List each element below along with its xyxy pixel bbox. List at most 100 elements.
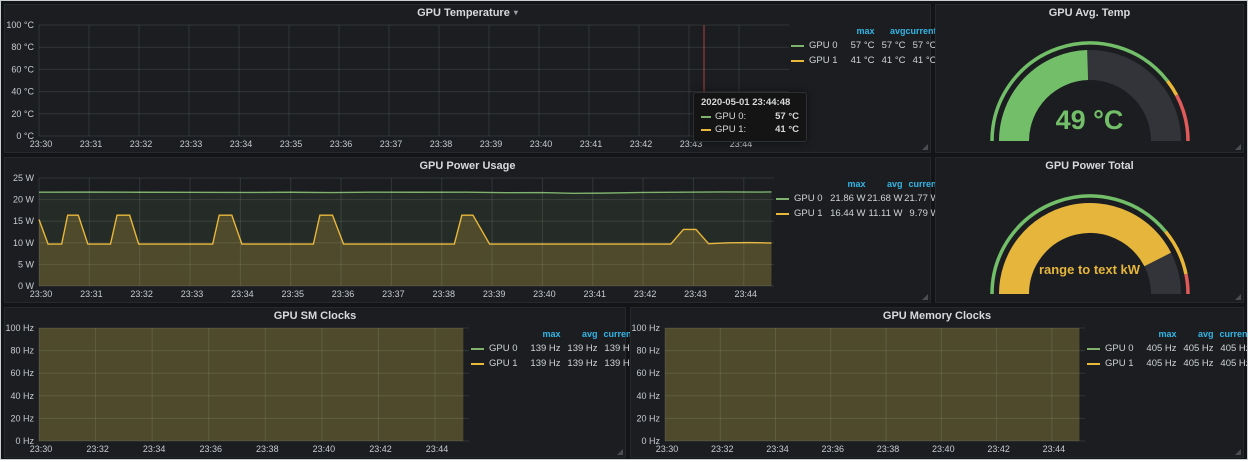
panel-title-gpu-power-usage[interactable]: GPU Power Usage xyxy=(5,158,930,173)
series-color-dash xyxy=(701,129,711,131)
panel-resize-handle[interactable] xyxy=(1235,144,1241,150)
y-axis-tick-label: 60 Hz xyxy=(636,368,660,378)
tooltip-series-name: GPU 0: xyxy=(715,111,746,122)
legend-gpu-power-usage: maxavgcurrentGPU 021.86 W21.68 W21.77 WG… xyxy=(776,173,930,300)
panel-gpu-power-usage: GPU Power Usage 0 W5 W10 W15 W20 W25 W23… xyxy=(4,157,931,303)
y-axis-tick-label: 40 Hz xyxy=(636,391,660,401)
legend-stat-current: 21.77 W xyxy=(903,191,940,206)
x-axis-tick-label: 23:30 xyxy=(656,444,679,454)
x-axis-tick-label: 23:34 xyxy=(766,444,789,454)
gauge-value: range to text kW xyxy=(936,262,1243,277)
panel-title-gpu-avg-temp[interactable]: GPU Avg. Temp xyxy=(936,5,1243,20)
legend-header-max[interactable]: max xyxy=(1140,327,1177,341)
legend-stat-avg: 41 °C xyxy=(875,53,906,68)
legend-stat-current: 139 Hz xyxy=(598,356,635,371)
y-axis-tick-label: 80 °C xyxy=(11,42,34,52)
legend-header-max[interactable]: max xyxy=(844,24,875,38)
x-axis-tick-label: 23:34 xyxy=(231,289,254,299)
legend-header-max[interactable]: max xyxy=(524,327,561,341)
legend-series-toggle[interactable]: GPU 0 xyxy=(1087,341,1140,356)
x-axis-tick-label: 23:34 xyxy=(143,444,166,454)
tooltip-row: GPU 1: 41 °C xyxy=(701,124,799,135)
legend-stat-max: 21.86 W xyxy=(829,191,866,206)
legend-header-avg[interactable]: avg xyxy=(1177,327,1214,341)
x-axis-tick-label: 23:32 xyxy=(130,289,153,299)
x-axis-tick-label: 23:31 xyxy=(80,289,103,299)
panel-title-gpu-memory-clocks[interactable]: GPU Memory Clocks xyxy=(631,308,1243,323)
tooltip-series-value: 41 °C xyxy=(775,124,799,135)
panel-title-text: GPU Temperature xyxy=(417,7,510,19)
x-axis-tick-label: 23:30 xyxy=(30,139,53,149)
x-axis-tick-label: 23:38 xyxy=(430,139,453,149)
y-axis-tick-label: 20 W xyxy=(13,195,35,205)
legend-series-toggle[interactable]: GPU 0 xyxy=(791,38,844,53)
y-axis-tick-label: 100 Hz xyxy=(5,323,34,333)
panel-title-text: GPU Avg. Temp xyxy=(1049,7,1131,19)
panel-resize-handle[interactable] xyxy=(922,294,928,300)
y-axis-tick-label: 10 W xyxy=(13,238,35,248)
legend-stat-max: 57 °C xyxy=(844,38,875,53)
legend-series-name: GPU 1 xyxy=(794,208,823,219)
legend-header-avg[interactable]: avg xyxy=(866,177,903,191)
x-axis-tick-label: 23:44 xyxy=(1043,444,1066,454)
legend-header-current[interactable]: current xyxy=(598,327,635,341)
legend-series-toggle[interactable]: GPU 1 xyxy=(1087,356,1140,371)
y-axis-tick-label: 40 Hz xyxy=(10,391,34,401)
y-axis-tick-label: 60 Hz xyxy=(10,368,34,378)
panel-resize-handle[interactable] xyxy=(1235,294,1241,300)
chart-canvas[interactable]: 0 W5 W10 W15 W20 W25 W23:3023:3123:3223:… xyxy=(5,173,776,300)
panel-title-gpu-sm-clocks[interactable]: GPU SM Clocks xyxy=(5,308,625,323)
legend-header-current[interactable]: current xyxy=(903,177,940,191)
legend-stat-avg: 21.68 W xyxy=(866,191,903,206)
panel-body: 0 W5 W10 W15 W20 W25 W23:3023:3123:3223:… xyxy=(5,173,930,300)
x-axis-tick-label: 23:36 xyxy=(822,444,845,454)
legend-series-toggle[interactable]: GPU 1 xyxy=(791,53,844,68)
legend-stat-current: 405 Hz xyxy=(1214,341,1248,356)
panel-title-gpu-temperature[interactable]: GPU Temperature ▾ xyxy=(5,5,930,20)
gauge-gpu-avg-temp: 49 °C xyxy=(936,20,1243,150)
time-series-chart-gpu-temperature[interactable]: 0 °C20 °C40 °C60 °C80 °C100 °C23:3023:31… xyxy=(5,20,791,150)
legend-header-max[interactable]: max xyxy=(829,177,866,191)
dashboard-row-1: GPU Temperature ▾ 0 °C20 °C40 °C60 °C80 … xyxy=(4,4,1244,153)
legend-header-avg[interactable]: avg xyxy=(561,327,598,341)
panel-resize-handle[interactable] xyxy=(1235,449,1241,455)
x-axis-tick-label: 23:40 xyxy=(533,289,556,299)
legend-series-toggle[interactable]: GPU 1 xyxy=(776,206,829,221)
gauge-threshold-arc xyxy=(1167,81,1176,95)
series-color-dash xyxy=(1087,363,1100,365)
chart-canvas[interactable]: 0 °C20 °C40 °C60 °C80 °C100 °C23:3023:31… xyxy=(5,20,791,150)
gauge-value-arc xyxy=(1014,218,1158,294)
y-axis-tick-label: 60 °C xyxy=(11,64,34,74)
panel-title-gpu-power-total[interactable]: GPU Power Total xyxy=(936,158,1243,173)
legend-series-name: GPU 0 xyxy=(809,40,838,51)
legend-header-current[interactable]: current xyxy=(1214,327,1248,341)
legend-series-toggle[interactable]: GPU 0 xyxy=(776,191,829,206)
panel-gpu-temperature: GPU Temperature ▾ 0 °C20 °C40 °C60 °C80 … xyxy=(4,4,931,153)
time-series-chart-gpu-memory-clocks[interactable]: 0 Hz20 Hz40 Hz60 Hz80 Hz100 Hz23:3023:32… xyxy=(631,323,1087,455)
x-axis-tick-label: 23:44 xyxy=(735,289,758,299)
x-axis-tick-label: 23:41 xyxy=(584,289,607,299)
legend-gpu-temperature: maxavgcurrentGPU 057 °C57 °C57 °CGPU 141… xyxy=(791,20,930,150)
legend-stat-current: 9.79 W xyxy=(903,206,940,221)
x-axis-tick-label: 23:39 xyxy=(480,139,503,149)
legend-header-avg[interactable]: avg xyxy=(875,24,906,38)
series-area xyxy=(39,328,463,441)
panel-resize-handle[interactable] xyxy=(922,144,928,150)
legend-series-toggle[interactable]: GPU 1 xyxy=(471,356,524,371)
legend-series-toggle[interactable]: GPU 0 xyxy=(471,341,524,356)
chart-canvas[interactable]: 0 Hz20 Hz40 Hz60 Hz80 Hz100 Hz23:3023:32… xyxy=(5,323,471,455)
legend-series-name: GPU 1 xyxy=(489,358,518,369)
legend-stat-max: 139 Hz xyxy=(524,356,561,371)
x-axis-tick-label: 23:33 xyxy=(180,139,203,149)
x-axis-tick-label: 23:33 xyxy=(181,289,204,299)
time-series-chart-gpu-sm-clocks[interactable]: 0 Hz20 Hz40 Hz60 Hz80 Hz100 Hz23:3023:32… xyxy=(5,323,471,455)
legend-stat-max: 405 Hz xyxy=(1140,356,1177,371)
y-axis-tick-label: 5 W xyxy=(18,259,35,269)
chart-canvas[interactable]: 0 Hz20 Hz40 Hz60 Hz80 Hz100 Hz23:3023:32… xyxy=(631,323,1087,455)
x-axis-tick-label: 23:32 xyxy=(711,444,734,454)
x-axis-tick-label: 23:37 xyxy=(380,139,403,149)
series-color-dash xyxy=(791,45,804,47)
panel-resize-handle[interactable] xyxy=(617,449,623,455)
time-series-chart-gpu-power-usage[interactable]: 0 W5 W10 W15 W20 W25 W23:3023:3123:3223:… xyxy=(5,173,776,300)
legend-header-current[interactable]: current xyxy=(906,24,937,38)
